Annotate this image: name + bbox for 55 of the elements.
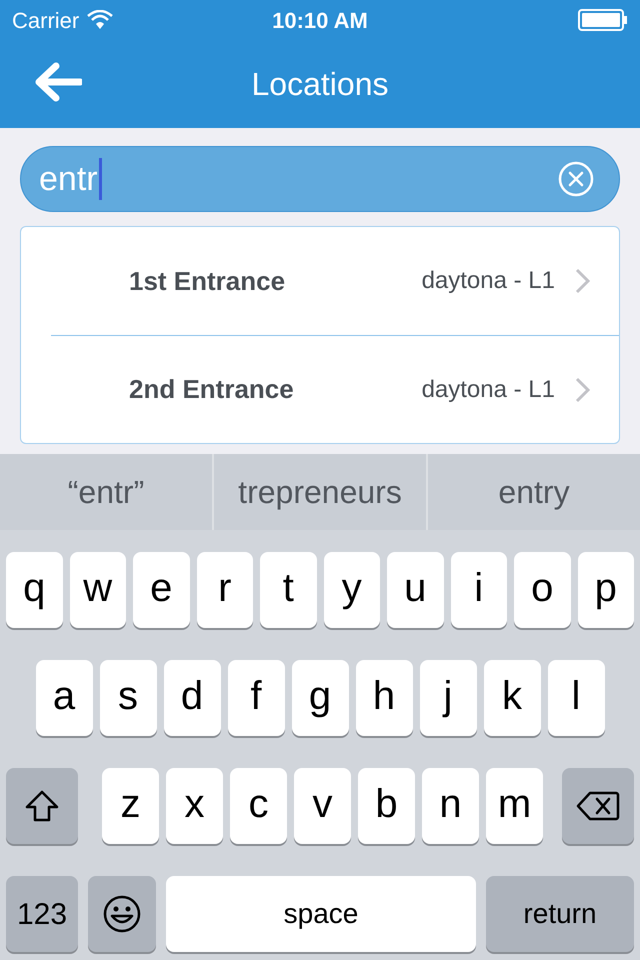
chevron-icon	[575, 376, 591, 402]
key[interactable]: f	[228, 660, 284, 736]
key[interactable]: t	[260, 552, 316, 628]
status-time: 10:10 AM	[272, 6, 368, 34]
suggestion[interactable]: trepreneurs	[238, 468, 402, 516]
key[interactable]: z	[102, 768, 159, 844]
emoji-key[interactable]	[88, 876, 156, 952]
key[interactable]: c	[230, 768, 287, 844]
key[interactable]: g	[292, 660, 348, 736]
key[interactable]: r	[196, 552, 253, 628]
key[interactable]: p	[578, 552, 634, 628]
back-button[interactable]	[34, 62, 82, 102]
return-key[interactable]: return	[486, 876, 634, 952]
smiley-icon	[102, 894, 142, 934]
key[interactable]: s	[100, 660, 156, 736]
key[interactable]: y	[324, 552, 380, 628]
battery-icon	[578, 9, 628, 31]
back-arrow-icon	[34, 62, 82, 102]
location-floor: daytona - L1	[422, 266, 555, 296]
key[interactable]: b	[358, 768, 415, 844]
location-row[interactable]: 2nd Entrance daytona - L1	[51, 335, 619, 443]
location-name: 2nd Entrance	[129, 373, 294, 406]
key[interactable]: x	[166, 768, 223, 844]
carrier-name: Carrier	[12, 6, 80, 34]
space-key[interactable]: space	[166, 876, 476, 952]
key[interactable]: l	[548, 660, 604, 736]
location-row[interactable]: 1st Entrance daytona - L1	[51, 227, 619, 335]
location-name: 1st Entrance	[129, 264, 286, 298]
key[interactable]: u	[387, 552, 444, 628]
key[interactable]: k	[484, 660, 540, 736]
key[interactable]: w	[70, 552, 126, 628]
delete-key[interactable]	[562, 768, 634, 844]
key[interactable]: i	[450, 552, 507, 628]
suggestion[interactable]: “entr”	[68, 468, 144, 516]
wifi-icon	[87, 10, 114, 30]
key[interactable]: v	[294, 768, 351, 844]
location-floor: daytona - L1	[422, 374, 555, 404]
key[interactable]: a	[36, 660, 92, 736]
key[interactable]: o	[514, 552, 570, 628]
key[interactable]: d	[164, 660, 220, 736]
chevron-icon	[575, 268, 591, 294]
text-cursor	[98, 158, 102, 200]
shift-icon	[25, 790, 59, 822]
key[interactable]: h	[356, 660, 412, 736]
search-text: entr	[39, 158, 98, 200]
suggestion[interactable]: entry	[498, 468, 570, 516]
numbers-key[interactable]: 123	[6, 876, 78, 952]
key[interactable]: m	[486, 768, 543, 844]
backspace-icon	[576, 791, 620, 821]
shift-key[interactable]	[6, 768, 78, 844]
key[interactable]: q	[6, 552, 62, 628]
key[interactable]: n	[422, 768, 479, 844]
key[interactable]: j	[420, 660, 476, 736]
screen-title: Locations	[252, 65, 388, 104]
key[interactable]: e	[133, 552, 190, 628]
